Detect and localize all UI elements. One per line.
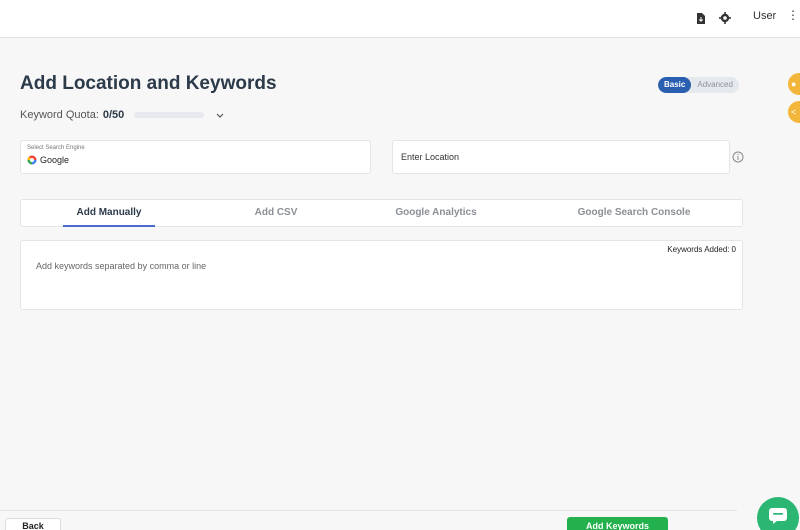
search-engine-select[interactable]: Select Search Engine Google [20,140,371,174]
search-engine-label: Select Search Engine [27,145,85,151]
share-icon: < [791,107,797,117]
keywords-placeholder: Add keywords separated by comma or line [36,261,207,271]
file-download-icon[interactable] [692,9,710,27]
chat-icon [768,507,788,530]
tab-google-analytics[interactable]: Google Analytics [381,200,491,227]
help-icon: ● [791,79,797,89]
quota-value: 0/50 [102,109,125,121]
back-button[interactable]: Back [5,518,61,530]
mode-advanced-option[interactable]: Advanced [691,77,739,93]
mode-basic-option[interactable]: Basic [658,77,692,93]
keyword-source-tabs: Add Manually Add CSV Google Analytics Go… [20,199,743,227]
more-vertical-icon[interactable]: ⋮ [787,8,799,22]
keywords-textarea[interactable]: Keywords Added: 0 Add keywords separated … [20,240,743,310]
tab-google-search-console[interactable]: Google Search Console [564,200,704,227]
tab-add-manually[interactable]: Add Manually [63,200,155,227]
quota-progress-bar [134,112,205,118]
gear-icon[interactable] [716,9,734,27]
tab-add-csv[interactable]: Add CSV [231,200,321,227]
help-side-button[interactable]: ● [788,73,800,95]
google-icon [27,155,37,165]
keyword-quota: Keyword Quota: 0/50 [20,109,224,121]
info-icon[interactable] [732,150,744,163]
chevron-down-icon[interactable] [216,110,224,120]
keywords-added-count: 0 [731,245,736,254]
top-bar: User ⋮ [0,0,800,38]
keywords-added-label: Keywords Added: [667,245,730,254]
location-input[interactable]: Enter Location [392,140,730,174]
quota-label: Keyword Quota: [20,109,99,121]
share-side-button[interactable]: < [788,101,800,123]
location-placeholder: Enter Location [401,152,460,162]
add-keywords-button[interactable]: Add Keywords [567,517,668,530]
chat-button[interactable] [757,497,799,530]
keywords-added-counter: Keywords Added: 0 [667,245,736,254]
mode-toggle: Basic Advanced [658,77,739,93]
search-engine-value: Google [27,155,69,165]
search-engine-text: Google [40,155,70,165]
page-title: Add Location and Keywords [20,73,277,94]
user-menu[interactable]: User [753,10,776,22]
